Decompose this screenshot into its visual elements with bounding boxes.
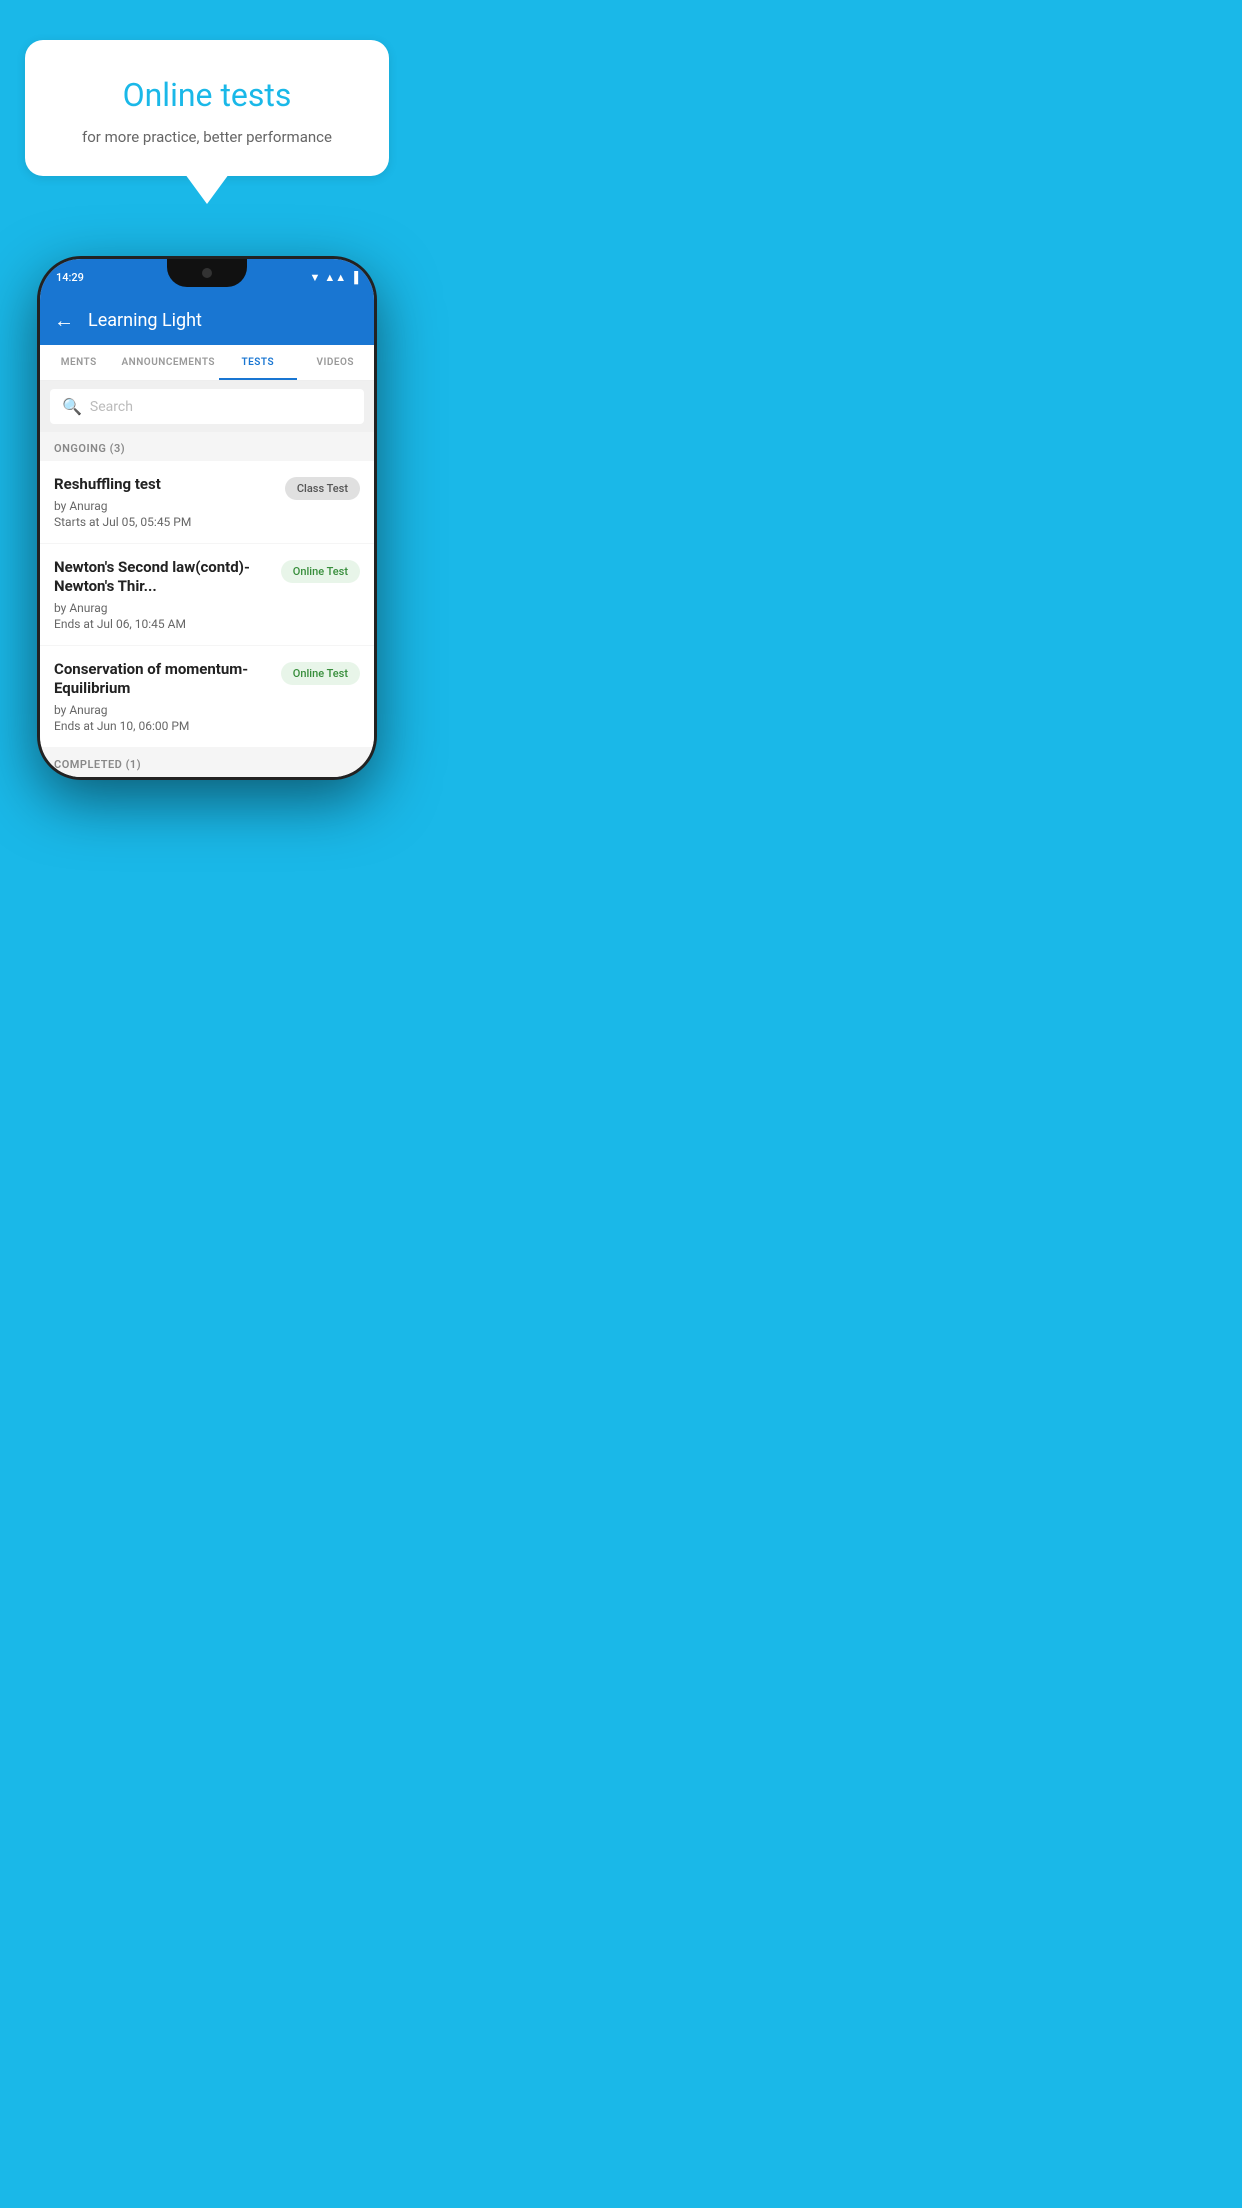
test-by-3: by Anurag: [54, 703, 271, 717]
test-name-3: Conservation of momentum-Equilibrium: [54, 660, 271, 699]
search-container: 🔍 Search: [40, 381, 374, 432]
phone-notch: [167, 259, 247, 287]
badge-1: Class Test: [285, 477, 360, 500]
test-time-2: Ends at Jul 06, 10:45 AM: [54, 617, 271, 631]
test-by-2: by Anurag: [54, 601, 271, 615]
battery-icon: ▐: [350, 271, 358, 284]
tab-tests[interactable]: TESTS: [219, 345, 296, 380]
bubble-title: Online tests: [55, 76, 359, 114]
app-bar-title: Learning Light: [88, 310, 202, 331]
test-time-1: Starts at Jul 05, 05:45 PM: [54, 515, 275, 529]
section-completed-header: COMPLETED (1): [40, 748, 374, 777]
tab-announcements[interactable]: ANNOUNCEMENTS: [117, 345, 219, 380]
search-bar[interactable]: 🔍 Search: [50, 389, 364, 424]
search-placeholder: Search: [90, 399, 133, 415]
badge-2: Online Test: [281, 560, 360, 583]
status-bar: 14:29 ▼ ▲▲ ▐: [40, 259, 374, 295]
status-time: 14:29: [56, 271, 84, 284]
section-ongoing-header: ONGOING (3): [40, 432, 374, 461]
status-icons: ▼ ▲▲ ▐: [310, 271, 358, 284]
test-item-1[interactable]: Reshuffling test by Anurag Starts at Jul…: [40, 461, 374, 543]
camera-dot: [202, 268, 212, 278]
promo-section: Online tests for more practice, better p…: [25, 40, 389, 176]
test-name-1: Reshuffling test: [54, 475, 275, 495]
tab-videos[interactable]: VIDEOS: [297, 345, 374, 380]
test-by-1: by Anurag: [54, 499, 275, 513]
tabs-container: MENTS ANNOUNCEMENTS TESTS VIDEOS: [40, 345, 374, 381]
test-item-1-left: Reshuffling test by Anurag Starts at Jul…: [54, 475, 285, 529]
test-item-3[interactable]: Conservation of momentum-Equilibrium by …: [40, 646, 374, 747]
signal-icon: ▲▲: [324, 271, 346, 284]
phone-wrapper: 14:29 ▼ ▲▲ ▐ ← Learning Light MENTS: [0, 256, 414, 780]
test-item-2-left: Newton's Second law(contd)-Newton's Thir…: [54, 558, 281, 631]
search-icon: 🔍: [62, 397, 82, 416]
test-time-3: Ends at Jun 10, 06:00 PM: [54, 719, 271, 733]
test-name-2: Newton's Second law(contd)-Newton's Thir…: [54, 558, 271, 597]
speech-bubble: Online tests for more practice, better p…: [25, 40, 389, 176]
test-item-2[interactable]: Newton's Second law(contd)-Newton's Thir…: [40, 544, 374, 645]
back-button[interactable]: ←: [54, 308, 74, 333]
bubble-subtitle: for more practice, better performance: [55, 128, 359, 146]
tab-ments[interactable]: MENTS: [40, 345, 117, 380]
test-item-3-left: Conservation of momentum-Equilibrium by …: [54, 660, 281, 733]
phone-screen: 14:29 ▼ ▲▲ ▐ ← Learning Light MENTS: [40, 259, 374, 777]
phone-device: 14:29 ▼ ▲▲ ▐ ← Learning Light MENTS: [37, 256, 377, 780]
wifi-icon: ▼: [310, 271, 321, 284]
badge-3: Online Test: [281, 662, 360, 685]
app-bar: ← Learning Light: [40, 295, 374, 345]
